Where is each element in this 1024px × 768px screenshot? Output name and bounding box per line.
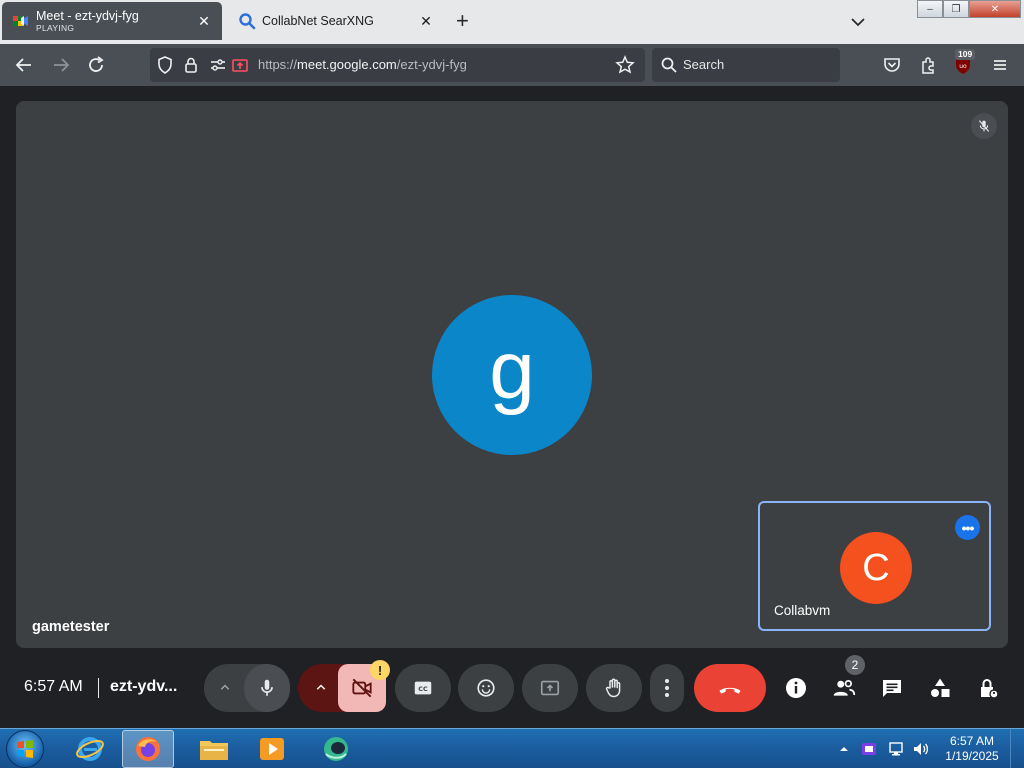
more-options-button[interactable] [650, 664, 684, 712]
minimize-icon[interactable]: – [917, 0, 943, 18]
svg-text:CC: CC [418, 685, 428, 693]
captions-button[interactable]: CC [395, 664, 451, 712]
permissions-icon[interactable] [206, 53, 230, 77]
url-scheme: https:// [258, 57, 298, 72]
tray-app-icon[interactable] [860, 740, 878, 758]
mic-off-icon [971, 113, 997, 139]
raise-hand-button[interactable] [586, 664, 642, 712]
chevron-up-icon[interactable] [312, 678, 330, 696]
tab-meet[interactable]: Meet - ezt-ydvj-fyg PLAYING ✕ [2, 2, 222, 40]
pocket-icon[interactable] [880, 53, 904, 77]
close-tab-icon[interactable]: ✕ [196, 13, 212, 30]
search-favicon-icon [239, 13, 256, 30]
leave-call-button[interactable] [694, 664, 766, 712]
windows-start-icon[interactable] [6, 730, 44, 768]
hand-icon [605, 678, 621, 698]
hamburger-menu-icon[interactable] [988, 53, 1012, 77]
microphone-button[interactable] [244, 664, 290, 712]
media-player-icon[interactable] [246, 730, 298, 768]
participant-name: Collabvm [774, 603, 831, 618]
meet-audio-icon [13, 16, 28, 26]
search-box[interactable]: Search [652, 48, 840, 82]
url-path: /ezt-ydvj-fyg [396, 57, 467, 72]
host-controls-button[interactable] [971, 671, 1005, 705]
system-tray [832, 729, 930, 768]
emoji-icon [477, 679, 495, 697]
file-explorer-icon[interactable] [188, 730, 240, 768]
network-icon[interactable] [888, 740, 906, 758]
tab-title: Meet - ezt-ydvj-fyg [36, 9, 139, 23]
activities-button[interactable] [923, 671, 957, 705]
screen-share-indicator-icon[interactable] [228, 53, 252, 77]
meet-call-area: g gametester C ••• Collabvm 6:57 AM ezt-… [0, 86, 1024, 728]
closed-captions-icon: CC [414, 681, 432, 695]
show-hidden-icons-chevron-icon[interactable] [838, 743, 850, 755]
microphone-control [204, 664, 290, 712]
meeting-code[interactable]: ezt-ydv... [110, 678, 177, 696]
participant-tile-self[interactable]: C ••• Collabvm [758, 501, 991, 631]
tab-title: CollabNet SearXNG [262, 14, 374, 28]
avatar: C [840, 532, 912, 604]
address-bar[interactable]: https://meet.google.com/ezt-ydvj-fyg [150, 48, 645, 82]
hang-up-icon [719, 687, 741, 694]
warning-badge-icon: ! [370, 660, 390, 680]
people-button[interactable] [827, 671, 861, 705]
url-text[interactable]: https://meet.google.com/ezt-ydvj-fyg [258, 57, 467, 72]
new-tab-plus-icon[interactable]: + [456, 8, 469, 34]
people-icon [833, 679, 856, 696]
participant-name: gametester [32, 619, 110, 635]
microphone-icon [261, 679, 273, 696]
chevron-down-icon[interactable] [846, 10, 870, 34]
clock-date: 1/19/2025 [945, 749, 999, 763]
url-host: meet.google.com [297, 57, 397, 72]
divider [98, 678, 99, 698]
search-placeholder: Search [683, 57, 725, 72]
back-arrow-icon[interactable] [12, 53, 36, 77]
present-screen-icon [540, 680, 560, 696]
tab-searxng[interactable]: CollabNet SearXNG ✕ [228, 2, 444, 40]
participant-count-badge: 2 [845, 655, 865, 675]
show-desktop-button[interactable] [1010, 729, 1024, 768]
navigation-bar: https://meet.google.com/ezt-ydvj-fyg Sea… [0, 44, 1024, 86]
reload-icon[interactable] [84, 53, 108, 77]
close-window-icon[interactable]: ✕ [969, 0, 1021, 18]
windows-taskbar: 6:57 AM 1/19/2025 [0, 728, 1024, 768]
meeting-details-button[interactable] [779, 671, 813, 705]
svg-text:uo: uo [959, 63, 967, 70]
search-icon [661, 57, 677, 73]
ublock-count-badge: 109 [955, 49, 976, 60]
present-screen-button[interactable] [522, 664, 578, 712]
lock-icon[interactable] [179, 53, 203, 77]
window-controls: – ❐ ✕ [917, 0, 1023, 18]
more-vert-icon [665, 679, 669, 697]
more-options-icon[interactable]: ••• [955, 515, 980, 540]
avatar: g [432, 295, 592, 455]
extensions-icon[interactable] [916, 53, 940, 77]
meeting-time: 6:57 AM [24, 678, 83, 695]
activities-shapes-icon [931, 678, 950, 697]
tab-playing-label: PLAYING [36, 23, 75, 33]
collabvm-app-icon[interactable] [310, 730, 362, 768]
close-tab-icon[interactable]: ✕ [418, 13, 434, 30]
tab-strip: Meet - ezt-ydvj-fyg PLAYING ✕ CollabNet … [0, 0, 1024, 44]
chat-button[interactable] [875, 671, 909, 705]
shield-icon[interactable] [153, 53, 177, 77]
clock-time: 6:57 AM [949, 734, 995, 748]
host-controls-lock-icon [981, 679, 999, 699]
reactions-button[interactable] [458, 664, 514, 712]
camera-off-icon [352, 678, 372, 698]
firefox-icon[interactable] [122, 730, 174, 768]
taskbar-clock[interactable]: 6:57 AM 1/19/2025 [938, 734, 1006, 764]
volume-icon[interactable] [912, 740, 930, 758]
forward-arrow-icon[interactable] [49, 53, 73, 77]
restore-icon[interactable]: ❐ [943, 0, 969, 18]
info-icon [786, 678, 806, 698]
chat-icon [883, 680, 901, 697]
internet-explorer-icon[interactable] [64, 730, 116, 768]
chevron-up-icon[interactable] [216, 678, 234, 696]
bookmark-star-icon[interactable] [613, 53, 637, 77]
